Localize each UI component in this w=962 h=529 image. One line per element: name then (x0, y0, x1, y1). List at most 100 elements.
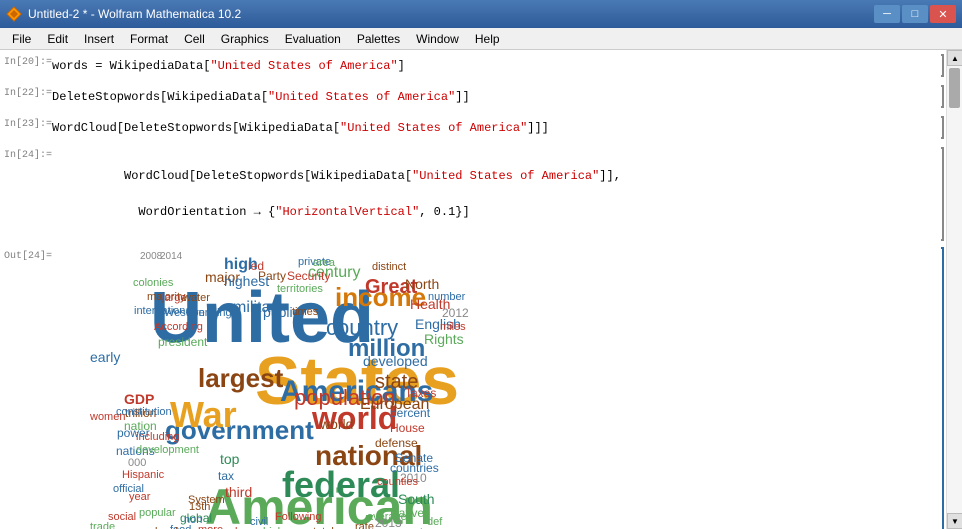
cell-label-in24: In[24]:= (4, 150, 52, 161)
word-80: miles (440, 322, 466, 333)
scroll-up-arrow[interactable]: ▲ (947, 50, 962, 66)
word-22: developed (363, 354, 428, 368)
word-37: 2008 (140, 252, 162, 262)
word-94: countries (390, 462, 439, 474)
cell-in24-main: In[24]:= WordCloud[DeleteStopwords[Wikip… (0, 147, 930, 241)
word-24: North (405, 277, 439, 291)
window-controls: ─ □ ✕ (874, 5, 956, 23)
word-82: area (313, 258, 335, 269)
window-title: Untitled-2 * - Wolfram Mathematica 10.2 (28, 7, 241, 21)
word-93: year (129, 492, 150, 503)
menu-item-edit[interactable]: Edit (39, 28, 76, 49)
word-90: non (184, 515, 202, 526)
menu-item-cell[interactable]: Cell (176, 28, 213, 49)
word-56: rate (355, 522, 374, 529)
title-bar: Untitled-2 * - Wolfram Mathematica 10.2 … (0, 0, 962, 28)
minimize-button[interactable]: ─ (874, 5, 900, 23)
scrollbar[interactable]: ▲ ▼ (946, 50, 962, 529)
word-68: According (154, 322, 203, 333)
scrollbar-thumb[interactable] (949, 68, 960, 108)
bracket-in22 (930, 85, 946, 108)
word-70: president (158, 336, 207, 348)
menu-item-insert[interactable]: Insert (76, 28, 122, 49)
cell-code-in23: WordCloud[DeleteStopwords[WikipediaData[… (52, 121, 549, 135)
cell-label-in20: In[20]:= (4, 57, 52, 68)
notebook[interactable]: In[20]:= words = WikipediaData["United S… (0, 50, 946, 529)
word-26: Rights (424, 332, 464, 346)
word-38: 2014 (160, 252, 182, 262)
word-100: world (320, 417, 353, 431)
word-57: average (367, 512, 407, 523)
cell-in22-main: In[22]:= DeleteStopwords[WikipediaData["… (0, 85, 930, 108)
word-81: number (428, 292, 465, 303)
word-67: water (183, 293, 210, 304)
word-9: War (170, 397, 237, 433)
cell-label-in23: In[23]:= (4, 119, 52, 130)
menu-item-help[interactable]: Help (467, 28, 508, 49)
word-cloud: UnitedStatesAmericanAmericansfederalworl… (50, 247, 940, 529)
word-75: highest (224, 274, 269, 288)
menu-bar: FileEditInsertFormatCellGraphicsEvaluati… (0, 28, 962, 50)
cell-in20-main: In[20]:= words = WikipediaData["United S… (0, 54, 930, 77)
word-98: early (90, 350, 120, 364)
cell-out24: Out[24]= UnitedStatesAmericanAmericansfe… (0, 245, 946, 529)
maximize-button[interactable]: □ (902, 5, 928, 23)
menu-item-palettes[interactable]: Palettes (349, 28, 408, 49)
word-39: GDP (124, 392, 154, 406)
word-49: Following (275, 512, 321, 523)
cell-in22: In[22]:= DeleteStopwords[WikipediaData["… (0, 81, 946, 112)
word-65: colonies (133, 278, 173, 289)
word-91: popular (139, 508, 176, 519)
close-button[interactable]: ✕ (930, 5, 956, 23)
cell-code-in20: words = WikipediaData["United States of … (52, 59, 405, 73)
bracket-in24 (930, 147, 946, 241)
main-area: In[20]:= words = WikipediaData["United S… (0, 50, 962, 529)
word-69: spending (187, 308, 232, 319)
word-83: times (292, 307, 318, 318)
output-label: Out[24]= (4, 251, 52, 262)
word-76: Security (287, 270, 330, 282)
cell-label-in22: In[22]:= (4, 88, 52, 99)
menu-item-window[interactable]: Window (408, 28, 467, 49)
cell-code-in24: WordCloud[DeleteStopwords[WikipediaData[… (52, 149, 916, 239)
cell-in23: In[23]:= WordCloud[DeleteStopwords[Wikip… (0, 112, 946, 143)
menu-items: FileEditInsertFormatCellGraphicsEvaluati… (4, 28, 508, 49)
word-97: counties (377, 477, 418, 488)
scroll-down-arrow[interactable]: ▼ (947, 513, 962, 529)
word-40: tax (218, 470, 234, 482)
word-77: territories (277, 284, 323, 295)
word-86: trade (90, 522, 115, 529)
word-21: top (220, 452, 239, 466)
word-92: 13th (189, 502, 210, 513)
word-44: 000 (128, 458, 146, 469)
menu-item-format[interactable]: Format (122, 28, 176, 49)
word-30: percent (390, 407, 430, 419)
menu-item-graphics[interactable]: Graphics (213, 28, 277, 49)
word-79: distinct (372, 262, 406, 273)
word-20: third (225, 485, 252, 499)
scrollbar-track[interactable] (947, 66, 962, 513)
word-95: def (427, 517, 442, 528)
app-icon (6, 6, 22, 22)
word-8: largest (198, 365, 283, 391)
cell-out24-main: Out[24]= UnitedStatesAmericanAmericansfe… (0, 247, 940, 529)
menu-item-file[interactable]: File (4, 28, 39, 49)
menu-item-evaluation[interactable]: Evaluation (277, 28, 349, 49)
word-13: country (326, 317, 398, 339)
title-bar-left: Untitled-2 * - Wolfram Mathematica 10.2 (6, 6, 241, 22)
word-31: Taxes (405, 387, 436, 399)
cell-in24: In[24]:= WordCloud[DeleteStopwords[Wikip… (0, 143, 946, 245)
cell-code-in22: DeleteStopwords[WikipediaData["United St… (52, 90, 470, 104)
bracket-in23 (930, 116, 946, 139)
bracket-in20 (930, 54, 946, 77)
word-33: South (398, 492, 435, 506)
cell-in23-main: In[23]:= WordCloud[DeleteStopwords[Wikip… (0, 116, 930, 139)
word-61: development (136, 445, 199, 456)
word-29: defense (375, 437, 418, 449)
word-84: power (117, 427, 150, 439)
word-27: House (390, 422, 425, 434)
word-99: women (90, 412, 125, 423)
cell-in20: In[20]:= words = WikipediaData["United S… (0, 50, 946, 81)
word-45: Hispanic (122, 470, 164, 481)
word-36: 2012 (442, 307, 469, 319)
